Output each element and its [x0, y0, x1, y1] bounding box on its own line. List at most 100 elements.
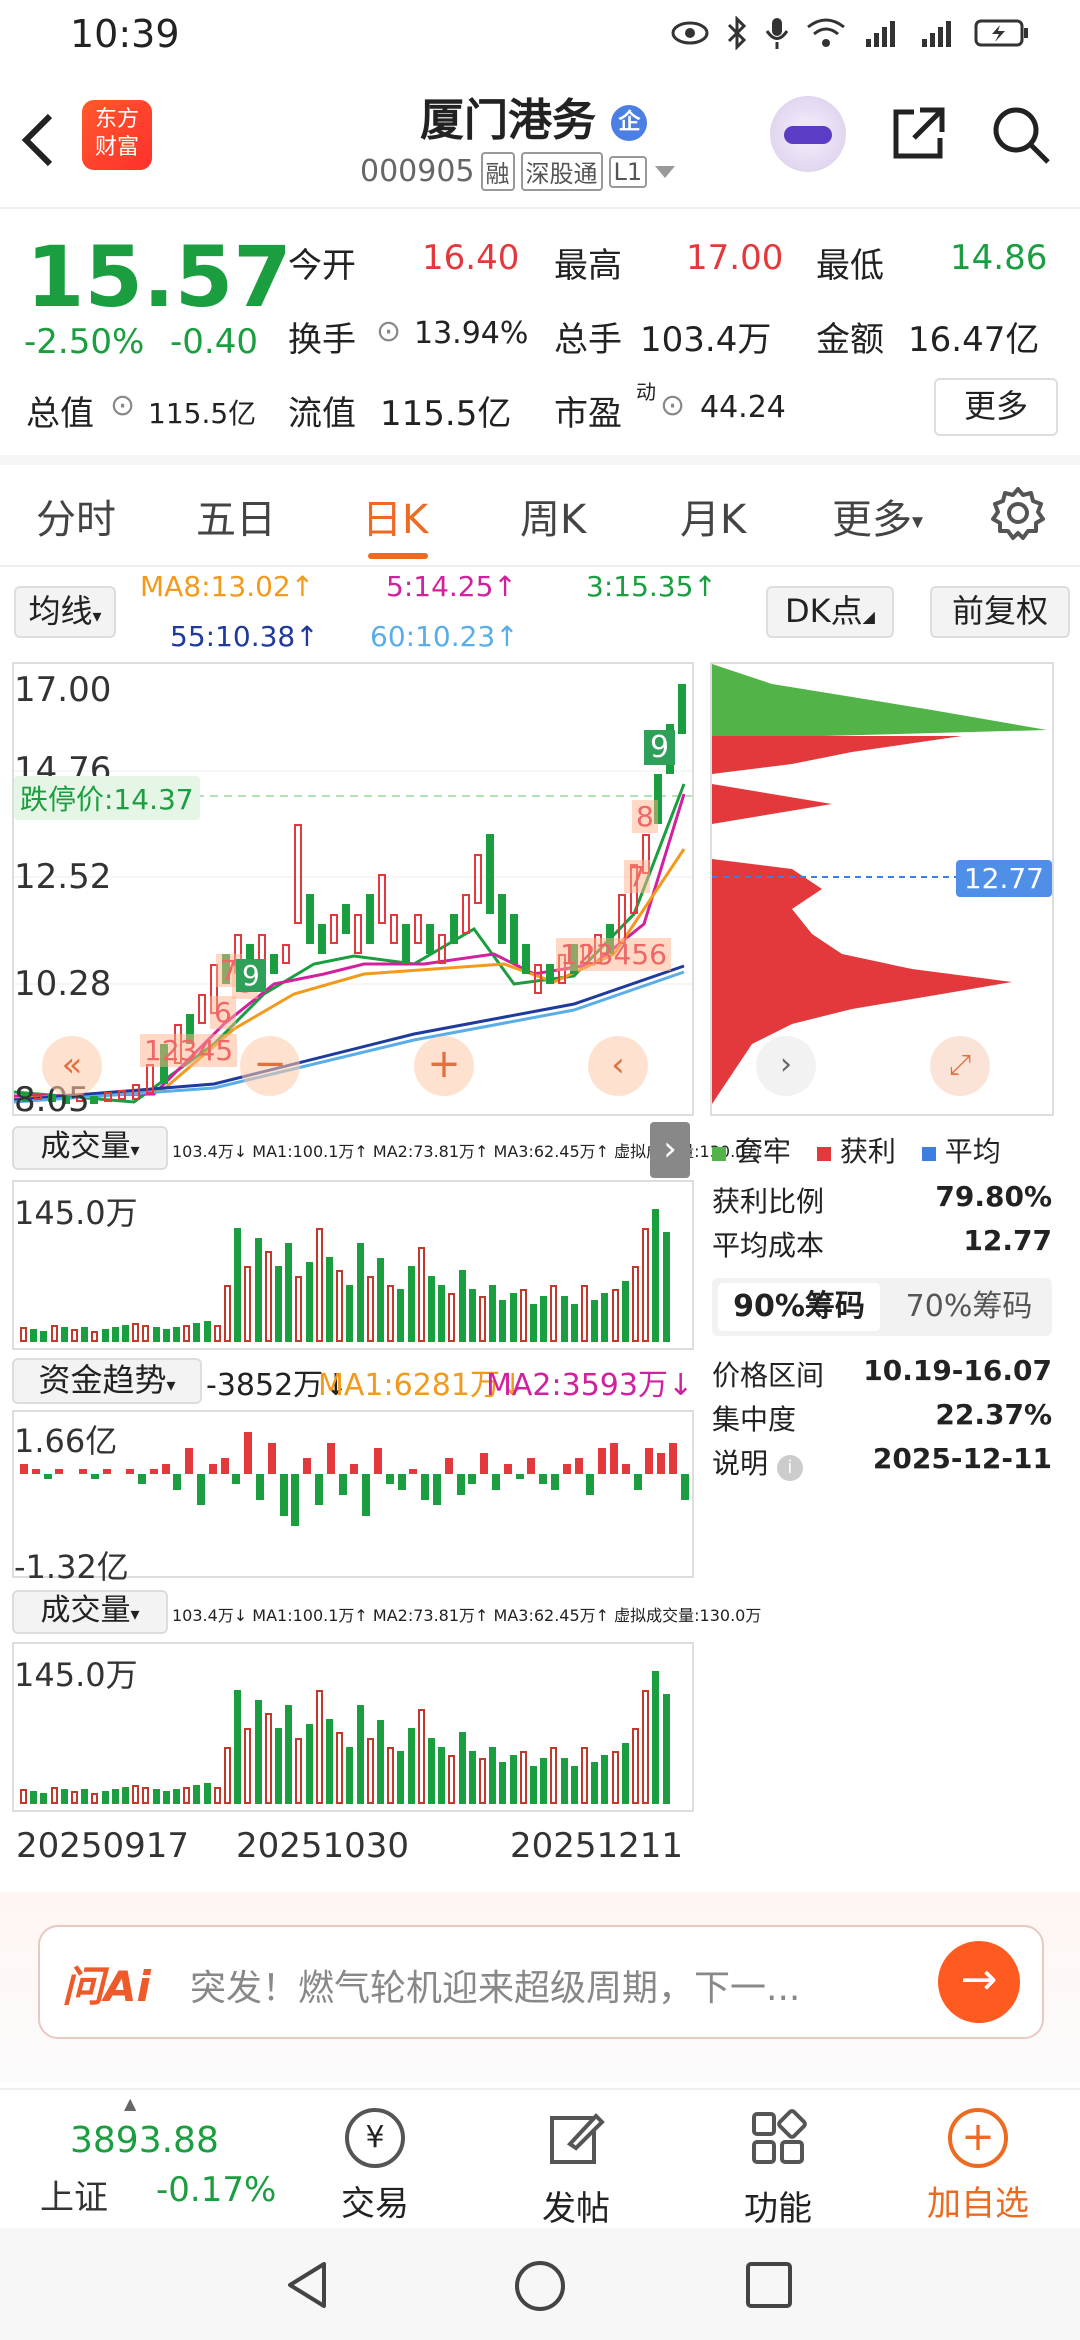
nav-trade[interactable]: ¥ 交易	[295, 2108, 455, 2225]
adjust-button[interactable]: 前复权	[930, 586, 1070, 638]
volume-label: 总手	[554, 320, 622, 360]
tab-chip-90[interactable]: 90%筹码	[718, 1283, 880, 1331]
bar	[213, 1786, 221, 1804]
nav-post[interactable]: 发帖	[496, 2108, 656, 2230]
tab-active-indicator	[368, 553, 428, 559]
nav-home-icon[interactable]	[512, 2258, 568, 2314]
search-icon[interactable]	[990, 104, 1052, 166]
tab-monthly-k[interactable]: 月K	[680, 487, 746, 545]
scroll-right-button[interactable]: ‹	[588, 1036, 648, 1096]
tab-five-day[interactable]: 五日	[196, 487, 276, 545]
bar	[438, 1747, 446, 1804]
volume-info-2: 103.4万↓ MA1:100.1万↑ MA2:73.81万↑ MA3:62.4…	[172, 1606, 762, 1625]
info-icon[interactable]: ⊙	[660, 388, 685, 423]
volume-indicator-button-2[interactable]: 成交量▾	[12, 1590, 168, 1634]
ai-robot-avatar[interactable]	[770, 96, 846, 172]
bar	[539, 1474, 548, 1485]
zoom-out-button[interactable]: −	[240, 1036, 300, 1096]
volume-chart: 145.0万	[12, 1180, 694, 1350]
candle	[522, 944, 530, 974]
kline-chart[interactable]: 17.00 14.76 12.52 10.28 8.05 跌停价:14.37 1…	[12, 662, 694, 1120]
profit-ratio-value: 79.80%	[935, 1180, 1052, 1213]
bar	[509, 1754, 517, 1804]
float-value: 115.5亿	[380, 394, 512, 434]
settings-gear-icon[interactable]	[990, 485, 1046, 541]
bar	[40, 1330, 48, 1342]
ai-search-bar[interactable]: 问Ai 突发！燃气轮机迎来超级周期，下一... →	[38, 1925, 1044, 2039]
bar	[111, 1788, 119, 1804]
period-tabs: 分时 五日 日K 周K 月K 更多▾	[0, 465, 1080, 567]
bar	[336, 1269, 344, 1342]
nav-recents-icon[interactable]	[744, 2260, 794, 2310]
bar	[161, 1463, 170, 1474]
zoom-in-button[interactable]: +	[414, 1036, 474, 1096]
bar	[162, 1790, 170, 1804]
bar	[680, 1474, 689, 1500]
tab-intraday[interactable]: 分时	[36, 487, 116, 545]
info-circle-icon: i	[776, 1455, 803, 1481]
bar	[611, 1288, 619, 1342]
bar	[122, 1786, 129, 1804]
x-date-start: 20250917	[16, 1826, 190, 1866]
signal-4g-icon	[866, 21, 895, 47]
bar	[193, 1323, 201, 1342]
bar	[126, 1468, 135, 1474]
expand-icon[interactable]: ⤢	[930, 1036, 990, 1096]
nav-add-watchlist[interactable]: + 加自选	[898, 2108, 1058, 2225]
volume-indicator-button[interactable]: 成交量▾	[12, 1126, 168, 1170]
amount-value: 16.47亿	[908, 320, 1040, 360]
collapse-panel-button[interactable]: ›	[650, 1122, 690, 1178]
more-quote-button[interactable]: 更多	[934, 378, 1058, 436]
candle	[474, 854, 482, 904]
dk-point-button[interactable]: DK点◢	[766, 586, 894, 638]
ma5-value: 5:14.25↑	[386, 570, 517, 603]
fund-indicator-button[interactable]: 资金趋势▾	[12, 1358, 202, 1404]
ai-submit-arrow-icon[interactable]: →	[938, 1941, 1020, 2023]
bar	[81, 1788, 89, 1804]
bar	[224, 1747, 231, 1804]
bar	[669, 1442, 677, 1474]
chip-distribution[interactable]: 12.77 › ⤢	[710, 662, 1054, 1116]
index-value[interactable]: 3893.88	[70, 2120, 219, 2161]
bar	[428, 1275, 435, 1342]
bar	[574, 1458, 583, 1474]
scroll-left-button[interactable]: «	[42, 1036, 102, 1096]
bar	[90, 1474, 99, 1480]
ma60-line	[14, 970, 685, 1104]
caret-down-icon	[655, 165, 676, 178]
bar	[101, 1328, 109, 1342]
bar	[326, 1718, 333, 1804]
bar	[336, 1731, 344, 1804]
eye-icon	[671, 21, 709, 45]
nav-functions[interactable]: 功能	[698, 2108, 858, 2230]
x-date-mid: 20251030	[236, 1826, 410, 1866]
stock-code-row[interactable]: 000905 融 深股通 L1	[360, 152, 677, 191]
nav-back-icon[interactable]	[282, 2258, 332, 2312]
bar	[102, 1468, 111, 1474]
avg-cost-label: 平均成本	[712, 1229, 825, 1262]
note-label[interactable]: 说明 i	[712, 1442, 803, 1482]
tab-chip-70[interactable]: 70%筹码	[892, 1283, 1046, 1331]
bar	[570, 1304, 578, 1342]
info-icon[interactable]: ⊙	[376, 314, 401, 349]
bar	[456, 1474, 465, 1495]
share-icon[interactable]	[888, 104, 948, 164]
bottom-nav: ▲ 3893.88 上证 -0.17% ¥ 交易 发帖 功能 + 加自选	[0, 2088, 1080, 2230]
price-range-label: 价格区间	[712, 1359, 825, 1392]
candle	[146, 1064, 154, 1094]
note-date: 2025-12-11	[872, 1442, 1052, 1475]
legend-trapped: 套牢	[712, 1130, 791, 1170]
back-arrow-icon[interactable]	[18, 110, 58, 170]
kline-svg	[14, 770, 692, 1104]
chip-next-button[interactable]: ›	[756, 1036, 816, 1096]
tab-daily-k[interactable]: 日K	[362, 487, 428, 545]
ma-selector-button[interactable]: 均线▾	[14, 586, 116, 638]
info-icon[interactable]: ⊙	[110, 388, 135, 423]
bar	[652, 1671, 660, 1804]
turnover-value: 13.94%	[414, 316, 529, 351]
bar	[305, 1724, 313, 1804]
bar	[633, 1474, 642, 1490]
tab-more[interactable]: 更多▾	[832, 487, 923, 545]
bar	[152, 1326, 160, 1342]
tab-weekly-k[interactable]: 周K	[520, 487, 586, 545]
